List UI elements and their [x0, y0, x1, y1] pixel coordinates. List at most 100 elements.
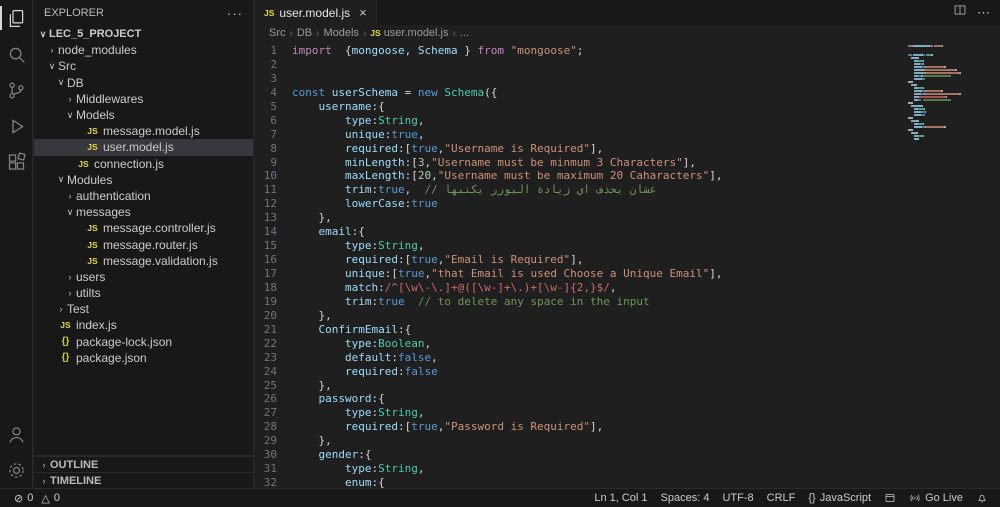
- sidebar-sections: › OUTLINE › TIMELINE: [34, 455, 253, 488]
- tree-item-src[interactable]: ∨ Src: [34, 58, 253, 74]
- code-text: required:false: [344, 364, 438, 378]
- code-text: unique:[true,"that Email is used Choose …: [344, 267, 723, 280]
- problems-indicator[interactable]: ⊘ 0 △ 0: [14, 492, 60, 505]
- tree-item-message-validation-js[interactable]: JS message.validation.js: [34, 253, 253, 269]
- tree-item-label: connection.js: [94, 156, 165, 171]
- breadcrumb-item[interactable]: Src: [269, 27, 286, 39]
- line-number: 14: [263, 225, 277, 239]
- status-bar: ⊘ 0 △ 0 Ln 1, Col 1 Spaces: 4 UTF-8 CRLF {} Java…: [0, 488, 1000, 507]
- tree-item-user-model-js[interactable]: JS user.model.js: [34, 139, 253, 156]
- line-number: 17: [263, 267, 277, 280]
- account-icon[interactable]: [0, 416, 33, 452]
- tree-item-connection-js[interactable]: JS connection.js: [34, 156, 253, 172]
- code-text: username:{: [318, 99, 385, 113]
- tree-item-message-router-js[interactable]: JS message.router.js: [34, 236, 253, 252]
- activity-bar: [0, 0, 33, 488]
- tree-item-node-modules[interactable]: › node_modules: [34, 42, 253, 58]
- tree-item-utilts[interactable]: › utilts: [34, 285, 253, 301]
- chevron-right-icon: ›: [362, 27, 367, 39]
- settings-icon[interactable]: [0, 452, 33, 488]
- js-file-icon: JS: [78, 158, 89, 169]
- file-tree: ∨ LEC_5_PROJECT › node_modules ∨ Src ∨ DB › Middl…: [34, 26, 253, 455]
- code-line: 8 required:[true,"Username is Required"]…: [255, 142, 1000, 156]
- indentation[interactable]: Spaces: 4: [661, 492, 710, 504]
- js-file-icon: JS: [87, 255, 98, 266]
- tree-item-label: message.model.js: [103, 124, 200, 139]
- cursor-position[interactable]: Ln 1, Col 1: [594, 492, 647, 504]
- tree-item-index-js[interactable]: JS index.js: [34, 317, 253, 333]
- tree-item-label: Modules: [67, 172, 113, 187]
- code-line: 24 required:false: [255, 365, 1000, 379]
- search-icon[interactable]: [0, 36, 33, 72]
- more-actions-icon[interactable]: ···: [227, 6, 243, 21]
- breadcrumb-item[interactable]: DB: [297, 27, 312, 39]
- timeline-section[interactable]: › TIMELINE: [34, 472, 253, 488]
- tree-item-models[interactable]: ∨ Models: [34, 107, 253, 123]
- line-number: 10: [263, 169, 277, 183]
- tab-user-model-js[interactable]: JS user.model.js ×: [255, 0, 377, 25]
- tree-item-test[interactable]: › Test: [34, 301, 253, 317]
- tree-item-users[interactable]: › users: [34, 269, 253, 285]
- eol[interactable]: CRLF: [767, 492, 796, 504]
- code-line: 21 ConfirmEmail:{: [255, 323, 1000, 337]
- code-text: },: [292, 434, 332, 448]
- errors-count[interactable]: ⊘ 0: [14, 492, 33, 505]
- tree-item-package-lock-json[interactable]: {} package-lock.json: [34, 334, 253, 350]
- breadcrumb-item[interactable]: Models: [323, 27, 358, 39]
- code-line: 23 default:false,: [255, 351, 1000, 365]
- line-number: 30: [263, 448, 277, 462]
- tree-item-message-controller-js[interactable]: JS message.controller.js: [34, 220, 253, 236]
- tree-item-message-model-js[interactable]: JS message.model.js: [34, 123, 253, 139]
- chevron-right-icon: ›: [289, 27, 293, 39]
- code-text: password:{: [318, 392, 385, 406]
- tree-item-middlewares[interactable]: › Middlewares: [34, 91, 253, 107]
- code-editor[interactable]: 1 import {mongoose, Schema } from "mongoo…: [255, 41, 1000, 488]
- explorer-icon[interactable]: [0, 0, 33, 36]
- explorer-sidebar: EXPLORER ··· ∨ LEC_5_PROJECT › node_modules…: [34, 0, 254, 488]
- code-text: type:Boolean,: [344, 336, 432, 350]
- encoding[interactable]: UTF-8: [722, 492, 753, 504]
- split-editor-icon[interactable]: [953, 3, 967, 22]
- chevron-right-icon: ›: [68, 288, 72, 299]
- line-number: 26: [263, 392, 277, 406]
- close-icon[interactable]: ×: [359, 5, 367, 20]
- code-text: gender:{: [318, 448, 372, 462]
- minimap[interactable]: [904, 43, 996, 143]
- tree-item-lec-5-project[interactable]: ∨ LEC_5_PROJECT: [34, 26, 253, 42]
- code-text: const userSchema = new Schema({: [292, 85, 498, 99]
- tree-item-label: user.model.js: [103, 140, 174, 155]
- line-number: 12: [263, 197, 277, 211]
- language-mode[interactable]: {} JavaScript: [808, 492, 871, 504]
- code-line: 6 type:String,: [255, 114, 1000, 128]
- code-lines: 1 import {mongoose, Schema } from "mongoo…: [255, 41, 1000, 488]
- warnings-count[interactable]: △ 0: [41, 492, 60, 505]
- extensions-icon[interactable]: [0, 144, 33, 180]
- tree-item-modules[interactable]: ∨ Modules: [34, 172, 253, 188]
- go-live[interactable]: Go Live: [909, 492, 963, 504]
- browser-preview[interactable]: [884, 492, 896, 504]
- line-number: 31: [263, 462, 277, 476]
- notifications[interactable]: [976, 492, 988, 504]
- tree-item-authentication[interactable]: › authentication: [34, 188, 253, 204]
- breadcrumb-item[interactable]: ...: [460, 27, 469, 39]
- outline-section[interactable]: › OUTLINE: [34, 456, 253, 472]
- tree-item-messages[interactable]: ∨ messages: [34, 204, 253, 220]
- run-debug-icon[interactable]: [0, 108, 33, 144]
- code-text: import {mongoose, Schema } from "mongoos…: [292, 44, 584, 57]
- code-text: },: [292, 308, 332, 322]
- tree-item-label: messages: [76, 205, 131, 220]
- tree-item-db[interactable]: ∨ DB: [34, 75, 253, 91]
- tree-item-label: package.json: [76, 350, 147, 365]
- tree-item-package-json[interactable]: {} package.json: [34, 350, 253, 366]
- code-line: 11 trim:true, // عشان يحذف اي زيادة اليو…: [255, 183, 1000, 197]
- more-actions-icon[interactable]: ⋯: [977, 5, 990, 21]
- code-text: },: [292, 211, 332, 225]
- section-label: TIMELINE: [50, 474, 102, 487]
- code-line: 19 trim:true // to delete any space in t…: [255, 295, 1000, 309]
- section-label: OUTLINE: [50, 458, 99, 471]
- source-control-icon[interactable]: [0, 72, 33, 108]
- code-text: type:String,: [344, 462, 425, 476]
- code-line: 30 gender:{: [255, 448, 1000, 462]
- line-number: 23: [263, 350, 277, 364]
- breadcrumb-item[interactable]: JS user.model.js: [370, 27, 448, 39]
